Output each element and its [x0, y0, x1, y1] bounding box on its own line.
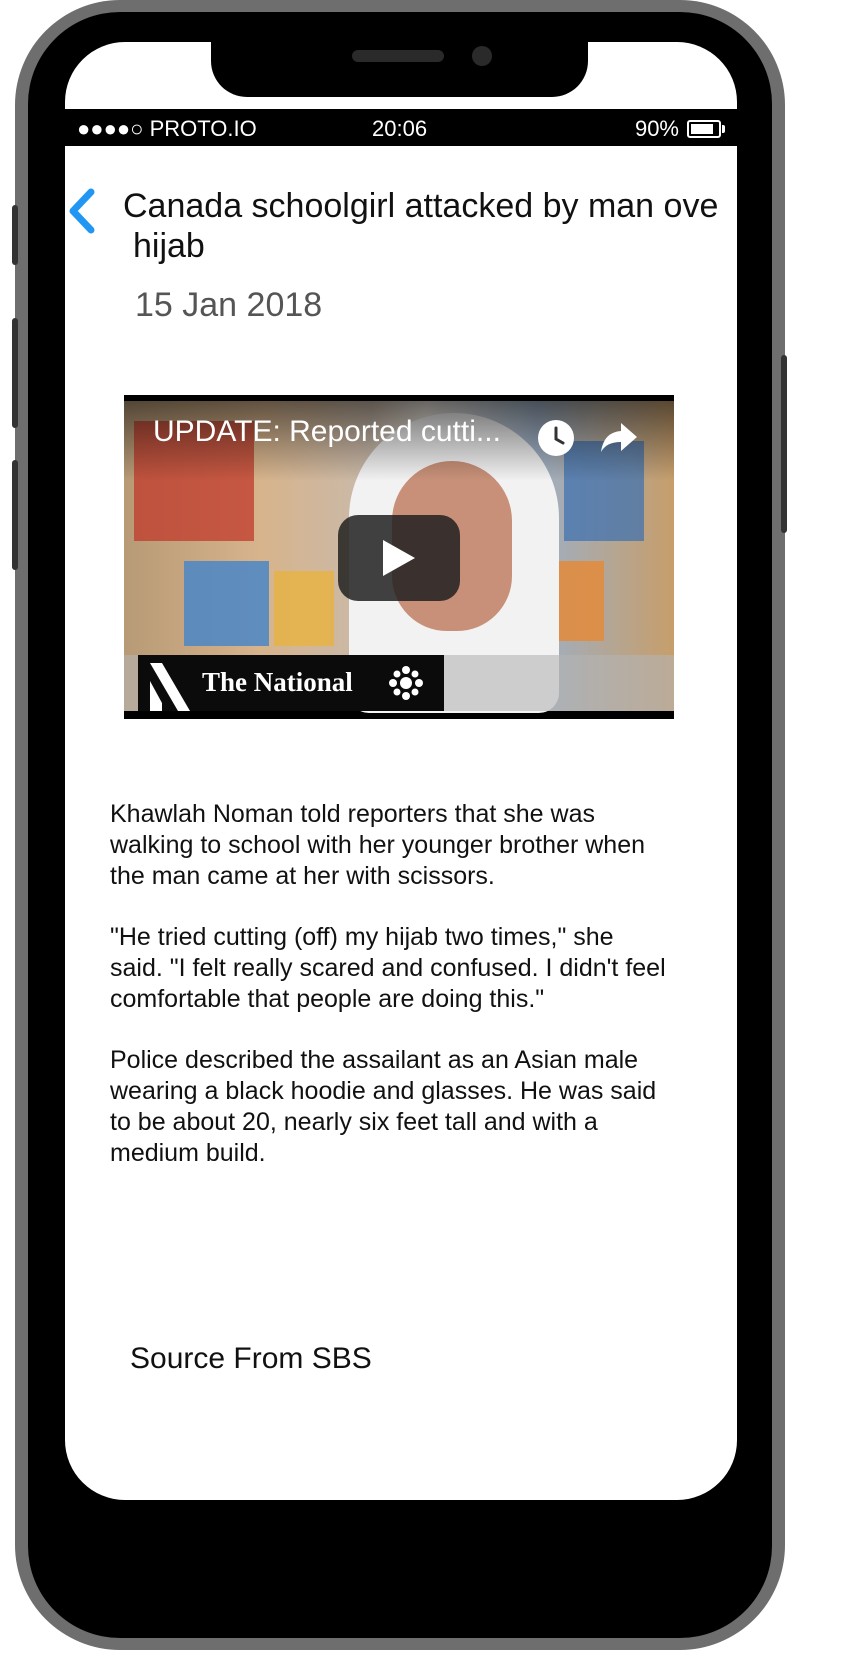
article-title-line1: Canada schoolgirl attacked by man ove	[123, 187, 719, 225]
signal-dots: ●●●●○	[77, 116, 144, 141]
video-player[interactable]: UPDATE: Reported cutti... The National	[124, 395, 674, 719]
volume-up-button	[12, 318, 18, 428]
notch	[211, 42, 588, 97]
front-camera	[472, 46, 492, 66]
article-date: 15 Jan 2018	[135, 286, 323, 324]
back-button[interactable]	[65, 180, 105, 240]
article-body: Khawlah Noman told reporters that she wa…	[110, 799, 670, 1199]
carrier-info: ●●●●○ PROTO.IO	[77, 116, 257, 142]
carrier-name: PROTO.IO	[149, 116, 257, 141]
branding-block: The National	[138, 655, 444, 711]
chevron-left-icon	[69, 188, 95, 234]
battery-status: 90%	[634, 116, 725, 142]
paragraph-3: Police described the assailant as an Asi…	[110, 1046, 657, 1167]
mute-switch	[12, 205, 18, 265]
speaker	[352, 50, 444, 62]
status-time: 20:06	[372, 116, 428, 141]
paragraph-1: Khawlah Noman told reporters that she wa…	[110, 800, 646, 890]
cbc-gem-icon	[389, 666, 423, 700]
screen: ●●●●○ PROTO.IO 20:06 90% Canada schoolgi…	[65, 42, 737, 1500]
article-title-line2: hijab	[133, 227, 205, 265]
play-button[interactable]	[338, 515, 460, 601]
source-credit: Source From SBS	[130, 1342, 372, 1375]
branding-bar: The National	[124, 655, 674, 711]
status-bar: ●●●●○ PROTO.IO 20:06 90%	[65, 109, 737, 146]
play-icon	[383, 540, 415, 576]
watch-later-icon[interactable]	[537, 419, 575, 462]
power-button	[781, 355, 787, 533]
poster-blue	[184, 561, 269, 646]
paragraph-2: "He tried cutting (off) my hijab two tim…	[110, 923, 666, 1013]
video-title[interactable]: UPDATE: Reported cutti...	[153, 415, 501, 449]
article-title: Canada schoolgirl attacked by man ove hi…	[123, 186, 737, 266]
the-national-logo	[150, 663, 190, 711]
battery-icon	[687, 119, 725, 138]
battery-percent: 90%	[634, 116, 679, 141]
share-icon[interactable]	[599, 417, 639, 462]
poster-yellow	[274, 571, 334, 646]
volume-down-button	[12, 460, 18, 570]
brand-name: The National	[202, 667, 353, 697]
